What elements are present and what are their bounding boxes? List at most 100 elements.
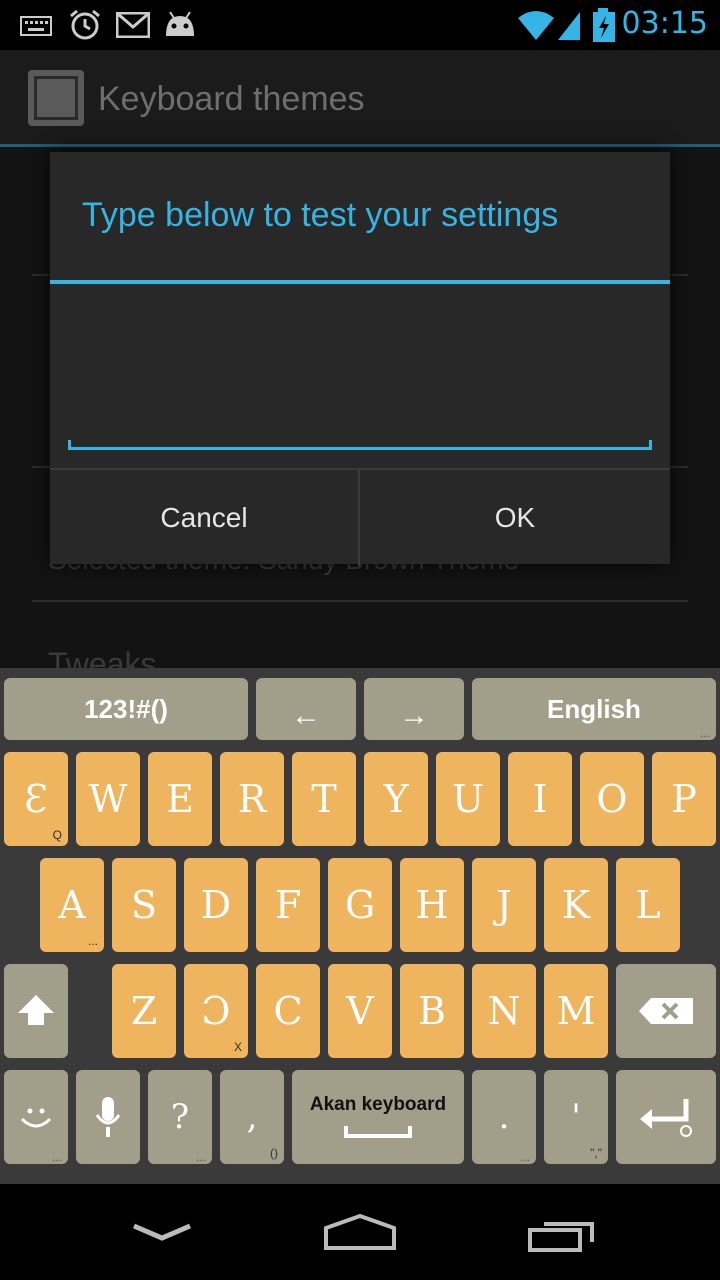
key-secondary-label: Q: [52, 828, 62, 842]
key-y[interactable]: Y: [364, 752, 428, 846]
key-label: K: [561, 883, 591, 927]
key-secondary-label: X: [233, 1040, 242, 1054]
microphone-icon: [95, 1097, 121, 1137]
home-icon[interactable]: [320, 1212, 400, 1254]
symbols-key-label: 123!#(): [84, 693, 168, 724]
key-label: R: [237, 777, 267, 821]
alarm-icon: [70, 9, 100, 40]
apostrophe-key-label: ': [571, 1097, 581, 1137]
key-j[interactable]: J: [472, 858, 536, 952]
dialog-buttons: Cancel OK: [50, 468, 670, 566]
key-a[interactable]: A...: [40, 858, 104, 952]
keyboard: 123!#() ← → English ... ƐQ WERT YU I OP A...…: [0, 668, 720, 1184]
key-label: Ɛ: [24, 777, 48, 821]
key-label: A: [58, 883, 86, 927]
ok-button[interactable]: OK: [360, 470, 670, 566]
key-t[interactable]: T: [292, 752, 356, 846]
key-label: E: [166, 777, 194, 821]
backspace-icon: [639, 998, 693, 1024]
key-f[interactable]: F: [256, 858, 320, 952]
emoji-key[interactable]: ...: [4, 1070, 68, 1164]
key-label: L: [635, 883, 661, 927]
android-icon: [166, 11, 194, 36]
app-logo-icon[interactable]: [28, 70, 84, 126]
dialog-title: Type below to test your settings: [82, 196, 559, 234]
space-bar-icon: [344, 1126, 412, 1138]
comma-key-sub: (): [270, 1146, 278, 1160]
key-label: Ɔ: [201, 989, 231, 1033]
gmail-icon: [116, 12, 150, 38]
key-s[interactable]: S: [112, 858, 176, 952]
key-r[interactable]: R: [220, 752, 284, 846]
key-w[interactable]: W: [76, 752, 140, 846]
backspace-key[interactable]: [616, 964, 716, 1058]
cancel-button[interactable]: Cancel: [50, 470, 360, 566]
apostrophe-key[interactable]: ' ",": [544, 1070, 608, 1164]
test-input[interactable]: [68, 332, 656, 452]
shift-icon: [18, 995, 54, 1025]
key-o[interactable]: O: [580, 752, 644, 846]
key-label: I: [532, 777, 548, 821]
key-label: V: [346, 989, 374, 1033]
key-z[interactable]: Z: [112, 964, 176, 1058]
left-arrow-key[interactable]: ←: [256, 678, 356, 740]
key-ɔ[interactable]: ƆX: [184, 964, 248, 1058]
more-indicator: ...: [195, 1150, 206, 1164]
recent-apps-icon[interactable]: [526, 1212, 598, 1254]
right-arrow-icon: →: [399, 699, 429, 732]
action-bar: Keyboard themes: [0, 50, 720, 147]
key-label: M: [556, 989, 596, 1033]
key-m[interactable]: M: [544, 964, 608, 1058]
key-u[interactable]: U: [436, 752, 500, 846]
key-c[interactable]: C: [256, 964, 320, 1058]
key-label: S: [130, 883, 158, 927]
right-arrow-key[interactable]: →: [364, 678, 464, 740]
key-label: O: [596, 777, 628, 821]
key-label: G: [344, 883, 376, 927]
language-key[interactable]: English ...: [472, 678, 716, 740]
enter-key[interactable]: [616, 1070, 716, 1164]
key-label: F: [274, 883, 302, 927]
question-key-label: ?: [170, 1097, 190, 1137]
key-label: D: [200, 883, 232, 927]
page-title: Keyboard themes: [98, 80, 365, 118]
voice-input-key[interactable]: [76, 1070, 140, 1164]
key-label: J: [496, 883, 512, 927]
back-icon[interactable]: [130, 1220, 194, 1246]
left-arrow-icon: ←: [291, 699, 321, 732]
key-i[interactable]: I: [508, 752, 572, 846]
key-secondary-label: ...: [87, 934, 98, 948]
question-key[interactable]: ? ...: [148, 1070, 212, 1164]
status-bar: 03:15: [0, 0, 720, 50]
enter-icon: [640, 1099, 692, 1137]
key-label: P: [671, 777, 697, 821]
key-d[interactable]: D: [184, 858, 248, 952]
signal-icon: [518, 11, 580, 40]
key-label: C: [273, 989, 303, 1033]
navigation-bar: [0, 1184, 720, 1280]
comma-key-label: ,: [246, 1097, 258, 1137]
comma-key[interactable]: , (): [220, 1070, 284, 1164]
dialog-title-divider: [50, 280, 670, 284]
language-key-label: English: [547, 693, 641, 724]
key-label: T: [311, 777, 337, 821]
key-v[interactable]: V: [328, 964, 392, 1058]
key-label: W: [88, 777, 128, 821]
key-h[interactable]: H: [400, 858, 464, 952]
input-underline: [68, 440, 652, 450]
symbols-key[interactable]: 123!#(): [4, 678, 248, 740]
period-key[interactable]: . ...: [472, 1070, 536, 1164]
battery-charging-icon: [593, 8, 615, 42]
key-ɛ[interactable]: ƐQ: [4, 752, 68, 846]
key-g[interactable]: G: [328, 858, 392, 952]
key-label: U: [451, 777, 485, 821]
key-k[interactable]: K: [544, 858, 608, 952]
shift-key[interactable]: [4, 964, 68, 1058]
key-p[interactable]: P: [652, 752, 716, 846]
key-n[interactable]: N: [472, 964, 536, 1058]
key-e[interactable]: E: [148, 752, 212, 846]
key-l[interactable]: L: [616, 858, 680, 952]
key-b[interactable]: B: [400, 964, 464, 1058]
key-label: Y: [383, 777, 409, 821]
space-key[interactable]: Akan keyboard: [292, 1070, 464, 1164]
